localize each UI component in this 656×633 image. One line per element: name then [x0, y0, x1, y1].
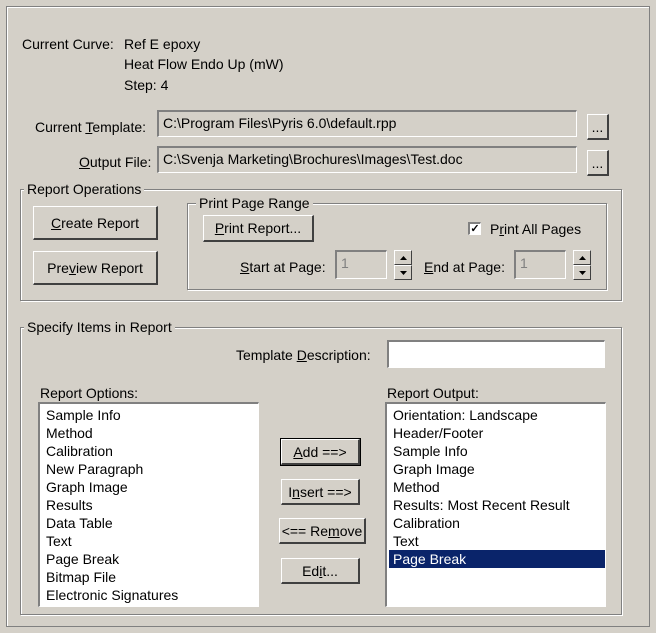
- list-item[interactable]: Results: [44, 496, 254, 514]
- list-item[interactable]: Method: [44, 424, 254, 442]
- list-item[interactable]: Graph Image: [391, 460, 601, 478]
- list-item[interactable]: Calibration: [44, 442, 254, 460]
- print-all-pages-label: Print All Pages: [490, 221, 582, 237]
- start-page-spinner[interactable]: [394, 250, 412, 280]
- start-page-up-arrow-icon[interactable]: [394, 250, 412, 265]
- remove-button[interactable]: <== Remove: [279, 518, 366, 544]
- list-item-selected[interactable]: Page Break: [389, 550, 605, 568]
- list-item[interactable]: Calibration: [391, 514, 601, 532]
- browse-output-button[interactable]: ...: [587, 150, 609, 176]
- report-operations-legend: Report Operations: [24, 181, 145, 197]
- output-file-field[interactable]: C:\Svenja Marketing\Brochures\Images\Tes…: [157, 146, 577, 173]
- list-item[interactable]: Data Table: [44, 514, 254, 532]
- current-curve-name: Ref E epoxy: [124, 36, 201, 52]
- list-item[interactable]: Electronic Signatures: [44, 586, 254, 604]
- edit-button[interactable]: Edit...: [281, 558, 360, 584]
- current-template-field[interactable]: C:\Program Files\Pyris 6.0\default.rpp: [157, 110, 577, 137]
- list-item[interactable]: Header/Footer: [391, 424, 601, 442]
- end-page-up-arrow-icon[interactable]: [573, 250, 591, 265]
- report-options-label: Report Options:: [40, 385, 139, 401]
- list-item[interactable]: Results: Most Recent Result: [391, 496, 601, 514]
- list-item[interactable]: Sample Info: [391, 442, 601, 460]
- start-page-field[interactable]: 1: [335, 250, 387, 279]
- report-options-list[interactable]: Sample Info Method Calibration New Parag…: [38, 402, 259, 607]
- end-page-spinner[interactable]: [573, 250, 591, 280]
- current-curve-step: Step: 4: [124, 77, 169, 93]
- specify-items-legend: Specify Items in Report: [24, 319, 175, 335]
- end-page-field[interactable]: 1: [514, 250, 566, 279]
- insert-button[interactable]: Insert ==>: [281, 479, 360, 505]
- list-item[interactable]: Sample Info: [44, 406, 254, 424]
- print-report-button[interactable]: Print Report...: [203, 215, 314, 242]
- add-button[interactable]: Add ==>: [280, 438, 361, 466]
- current-curve-label: Current Curve:: [22, 36, 114, 52]
- list-item[interactable]: Text: [391, 532, 601, 550]
- output-file-label: Output File:: [79, 154, 152, 170]
- start-page-label: Start at Page:: [240, 259, 326, 275]
- create-report-button[interactable]: Create Report: [33, 206, 158, 240]
- start-page-down-arrow-icon[interactable]: [394, 265, 412, 280]
- end-page-label: End at Page:: [424, 259, 505, 275]
- list-item[interactable]: Method: [391, 478, 601, 496]
- list-item[interactable]: Text: [44, 532, 254, 550]
- print-page-range-legend: Print Page Range: [196, 195, 313, 211]
- list-item[interactable]: Orientation: Landscape: [391, 406, 601, 424]
- list-item[interactable]: Page Break: [44, 550, 254, 568]
- browse-template-button[interactable]: ...: [587, 114, 609, 140]
- template-description-input[interactable]: [387, 340, 605, 368]
- list-item[interactable]: Graph Image: [44, 478, 254, 496]
- print-all-pages-checkbox[interactable]: ✓: [468, 222, 481, 235]
- current-template-label: Current Template:: [35, 119, 147, 135]
- end-page-down-arrow-icon[interactable]: [573, 265, 591, 280]
- preview-report-button[interactable]: Preview Report: [33, 251, 158, 285]
- list-item[interactable]: New Paragraph: [44, 460, 254, 478]
- report-output-label: Report Output:: [387, 385, 479, 401]
- current-curve-signal: Heat Flow Endo Up (mW): [124, 56, 284, 72]
- template-description-label: Template Description:: [236, 347, 371, 363]
- report-output-list[interactable]: Orientation: Landscape Header/Footer Sam…: [385, 402, 606, 607]
- list-item[interactable]: Bitmap File: [44, 568, 254, 586]
